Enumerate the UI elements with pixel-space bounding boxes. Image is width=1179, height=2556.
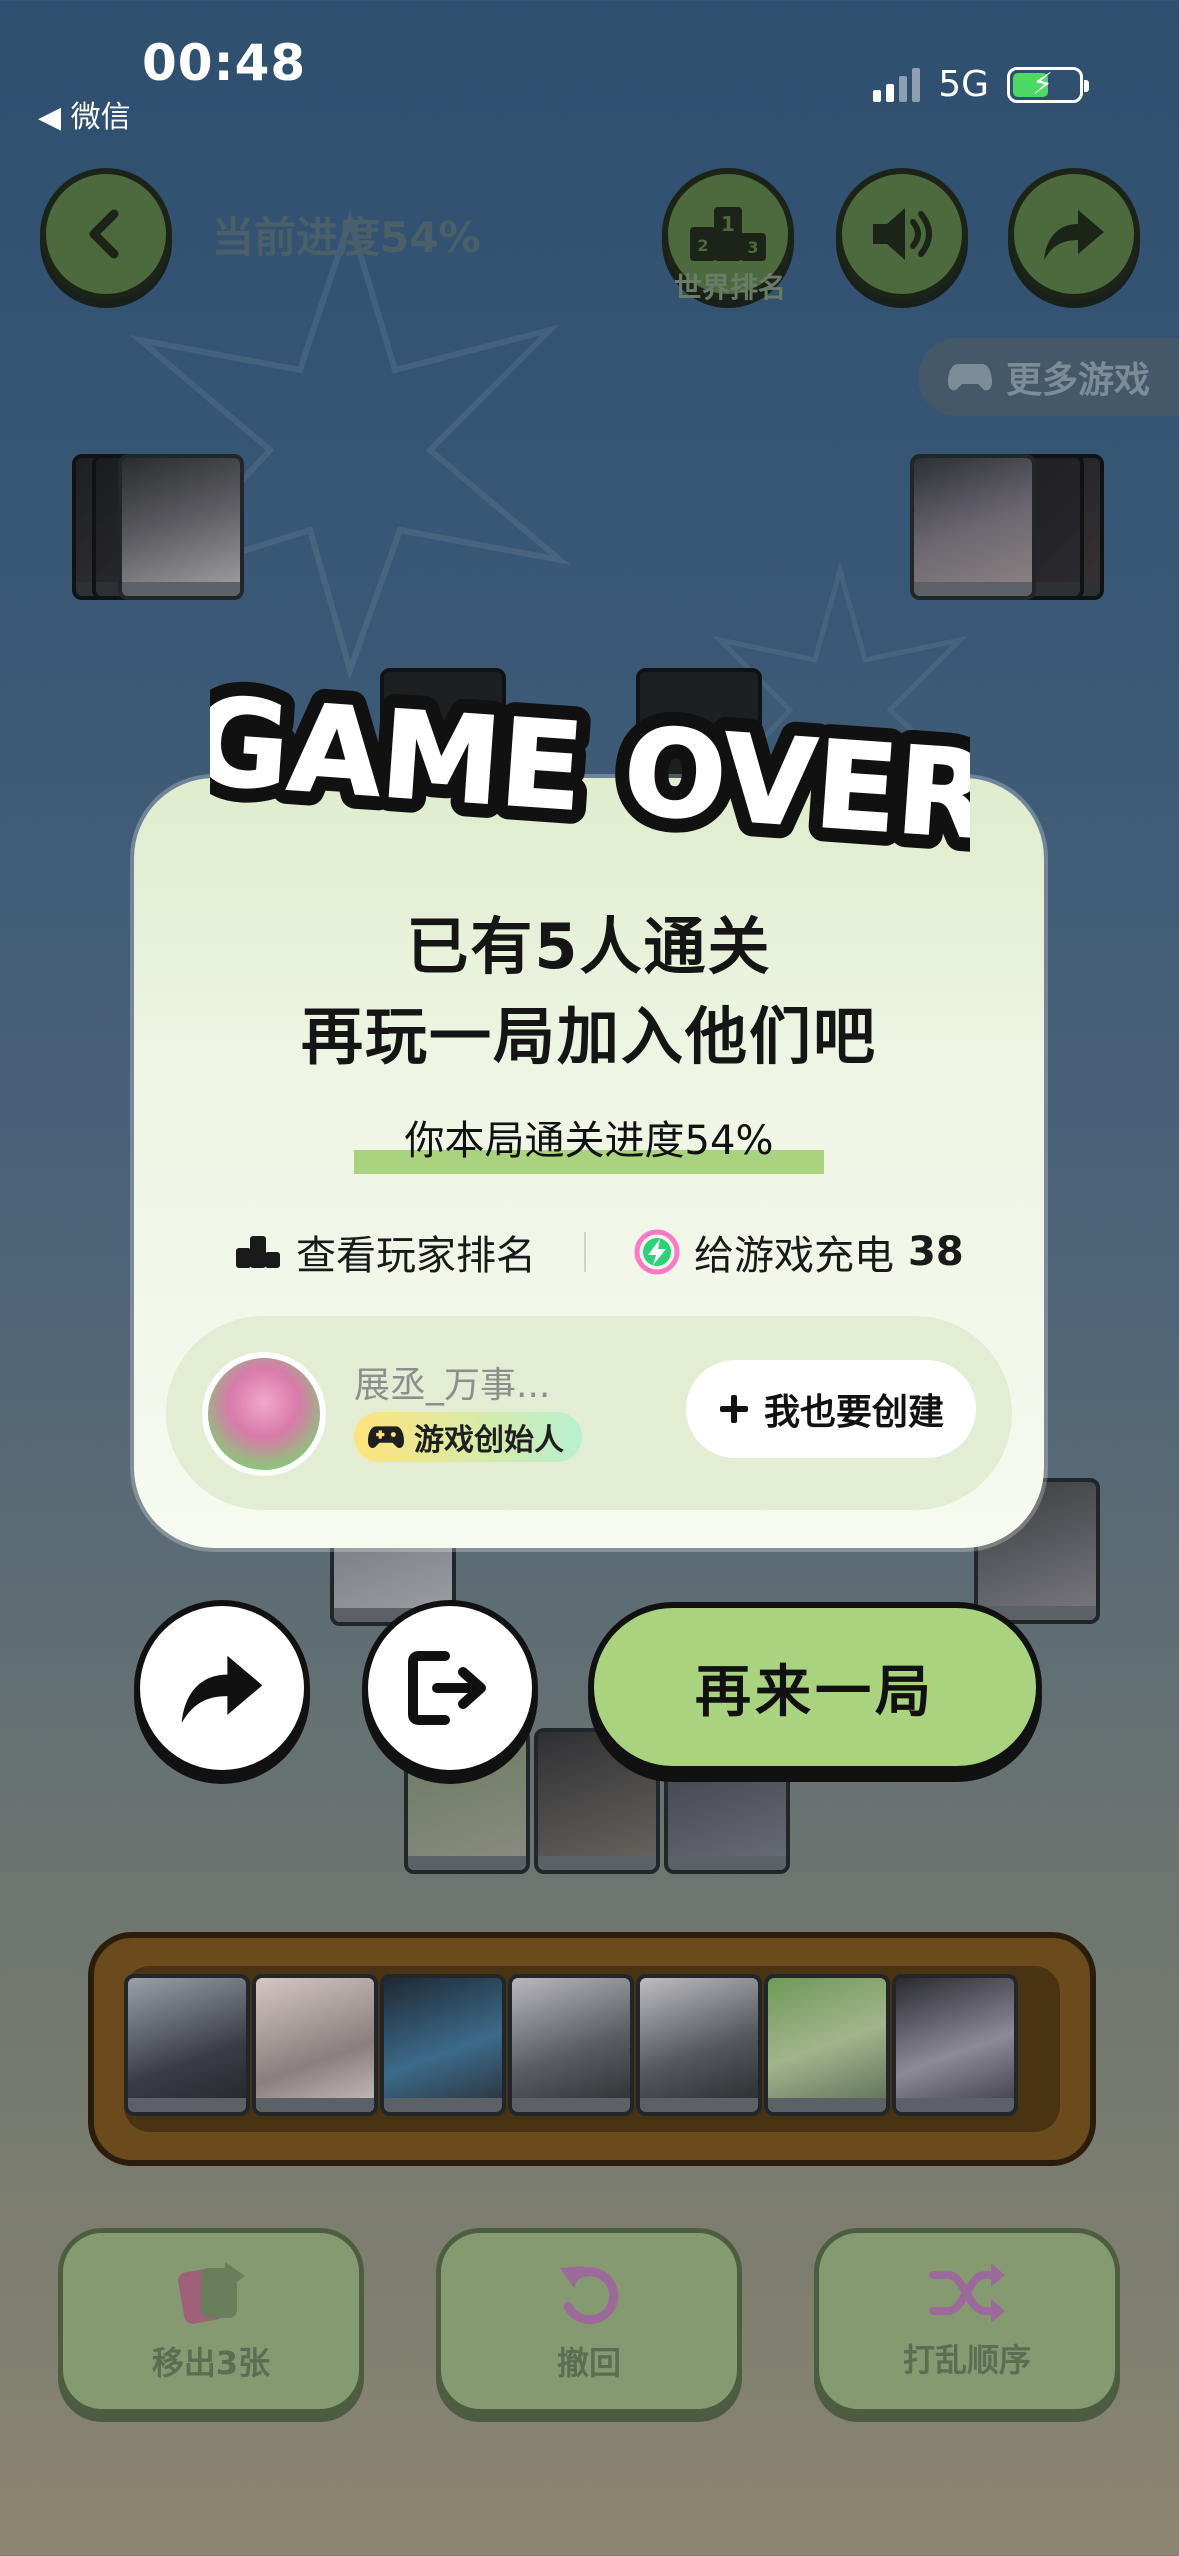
board-tile	[910, 454, 1036, 600]
create-my-own-label: 我也要创建	[763, 1392, 944, 1433]
charge-count: 38	[908, 1229, 964, 1275]
creator-avatar[interactable]	[202, 1352, 326, 1476]
svg-text:1: 1	[721, 212, 735, 236]
game-founder-label: 游戏创始人	[414, 1423, 564, 1458]
round-progress-text: 你本局通关进度54%	[404, 1118, 774, 1164]
meta-divider	[584, 1232, 586, 1272]
view-player-rank-label: 查看玩家排名	[296, 1233, 536, 1279]
share-arrow-icon	[1044, 210, 1104, 260]
battery-icon: ⚡	[1007, 66, 1089, 103]
tray-card[interactable]	[508, 1974, 634, 2116]
tray-card[interactable]	[636, 1974, 762, 2116]
view-player-rank-link[interactable]: 查看玩家排名	[234, 1223, 536, 1281]
undo-button[interactable]: 撤回	[436, 2228, 742, 2414]
charge-bolt-icon	[634, 1229, 680, 1275]
charge-game-link[interactable]: 给游戏充电 38	[634, 1223, 964, 1281]
tray-card[interactable]	[124, 1974, 250, 2116]
creator-card: 展丞_万事... 游戏创始人 我也要创建	[166, 1316, 1012, 1510]
sound-button[interactable]	[836, 168, 968, 300]
svg-text:3: 3	[747, 238, 758, 257]
svg-text:2: 2	[697, 236, 708, 255]
chevron-left-icon	[89, 209, 119, 259]
shuffle-label: 打乱顺序	[902, 2341, 1031, 2379]
tray-card[interactable]	[764, 1974, 890, 2116]
game-over-banner: GAME OVER GAME OVER	[0, 660, 1179, 880]
tray-card[interactable]	[892, 1974, 1018, 2116]
network-type: 5G	[938, 64, 989, 105]
more-games-button[interactable]: 更多游戏	[918, 338, 1179, 416]
share-arrow-icon	[181, 1655, 263, 1723]
more-games-label: 更多游戏	[1006, 360, 1151, 401]
shuffle-button[interactable]: 打乱顺序	[814, 2228, 1120, 2414]
creator-name[interactable]: 展丞_万事...	[354, 1356, 550, 1408]
back-button[interactable]	[40, 168, 172, 300]
exit-game-button[interactable]	[362, 1600, 538, 1776]
undo-icon	[560, 2266, 619, 2325]
cellular-signal-icon	[873, 67, 921, 102]
world-rank-label: 世界排名	[673, 271, 786, 304]
status-indicators: 5G ⚡	[873, 64, 1089, 105]
tray-card[interactable]	[252, 1974, 378, 2116]
play-again-invitation: 再玩一局加入他们吧	[300, 1000, 877, 1073]
undo-label: 撤回	[556, 2344, 621, 2382]
modal-meta-row: 查看玩家排名 给游戏充电 38	[134, 1222, 1044, 1282]
status-time: 00:48	[142, 34, 307, 92]
move-out-cards-icon	[178, 2262, 245, 2324]
exit-icon	[408, 1651, 486, 1725]
podium-icon: 1 2 3	[690, 207, 766, 261]
game-over-banner-text: GAME OVER	[210, 672, 970, 867]
gamepad-icon	[948, 364, 992, 391]
speaker-icon	[873, 208, 932, 260]
card-tray-slots	[124, 1966, 1060, 2132]
move-out-three-label: 移出3张	[151, 2344, 271, 2382]
charge-game-label: 给游戏充电	[694, 1233, 894, 1279]
game-over-dialog: 已有5人通关 再玩一局加入他们吧 你本局通关进度54% 查看玩家排名 给游戏充电…	[134, 778, 1044, 1548]
board-tile	[118, 454, 244, 600]
play-again-button[interactable]: 再来一局	[588, 1602, 1042, 1772]
game-founder-badge: 游戏创始人	[354, 1412, 582, 1462]
current-progress-label: 当前进度54%	[212, 213, 481, 262]
cleared-count-headline: 已有5人通关	[406, 910, 772, 983]
create-my-own-button[interactable]: 我也要创建	[686, 1360, 976, 1458]
gamepad-icon	[368, 1426, 404, 1448]
card-tray	[88, 1932, 1096, 2166]
shuffle-icon	[929, 2263, 1005, 2323]
podium-icon	[236, 1236, 280, 1268]
plus-icon	[719, 1395, 748, 1423]
share-button[interactable]	[134, 1600, 310, 1776]
share-button-top[interactable]	[1008, 168, 1140, 300]
tray-card[interactable]	[380, 1974, 506, 2116]
back-to-wechat-link[interactable]: ◀ 微信	[38, 92, 131, 136]
background-star-decoration	[129, 210, 571, 680]
move-out-three-button[interactable]: 移出3张	[58, 2228, 364, 2414]
